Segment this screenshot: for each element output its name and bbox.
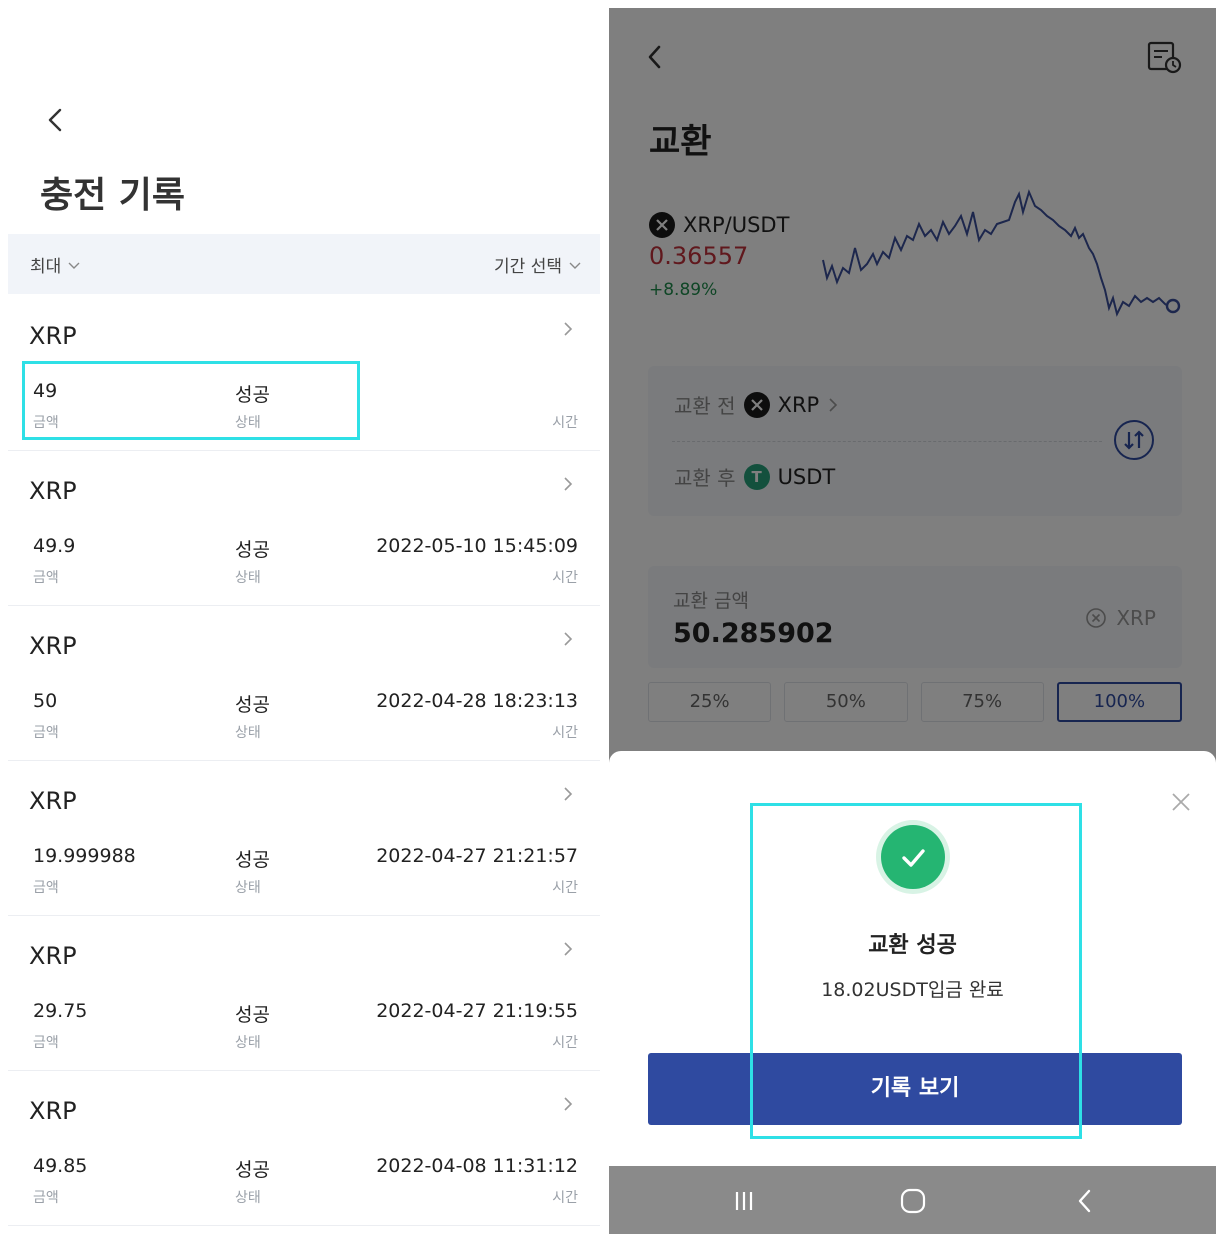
- record-item[interactable]: XRP 49.85 금액 성공상태 2022-04-08 11:31:12 시간: [8, 1071, 600, 1226]
- system-navigation-bar: [609, 1166, 1216, 1234]
- chevron-right-icon: [564, 322, 573, 336]
- chevron-right-icon: [564, 477, 573, 491]
- max-filter-dropdown[interactable]: 최대: [30, 252, 81, 277]
- record-amount-label: 금액: [33, 1190, 59, 1206]
- chevron-down-icon: [569, 262, 581, 269]
- record-time-label: 시간: [552, 415, 578, 431]
- record-status-label: 상태: [235, 415, 261, 431]
- record-status-label: 상태: [235, 1035, 261, 1051]
- record-time-label: 시간: [552, 570, 578, 586]
- period-select-dropdown[interactable]: 기간 선택: [494, 252, 582, 277]
- record-coin: XRP: [29, 942, 77, 970]
- record-coin: XRP: [29, 787, 77, 815]
- chevron-down-icon: [68, 262, 80, 269]
- record-amount-label: 금액: [33, 1035, 59, 1051]
- record-time: 2022-05-10 15:45:09: [376, 535, 578, 557]
- record-amount: 49: [33, 380, 58, 402]
- record-item[interactable]: XRP 19.999988 금액 성공상태 2022-04-27 21:21:57 시간: [8, 761, 600, 916]
- record-coin: XRP: [29, 632, 77, 660]
- back-icon[interactable]: [1070, 1186, 1100, 1216]
- record-time-label: 시간: [552, 880, 578, 896]
- record-status: 성공: [235, 1004, 270, 1026]
- record-amount: 49.85: [33, 1155, 88, 1177]
- page-title: 충전 기록: [40, 175, 186, 216]
- record-time-label: 시간: [552, 1190, 578, 1206]
- record-item[interactable]: XRP 29.75 금액 성공상태 2022-04-27 21:19:55 시간: [8, 916, 600, 1071]
- record-time: 2022-04-27 21:21:57: [376, 845, 578, 867]
- record-amount-label: 금액: [33, 415, 59, 431]
- view-history-button[interactable]: 기록 보기: [648, 1053, 1182, 1125]
- close-icon[interactable]: [1170, 791, 1192, 813]
- record-item[interactable]: XRP 49.9 금액 성공상태 2022-05-10 15:45:09 시간: [8, 451, 600, 606]
- record-time-label: 시간: [552, 1035, 578, 1051]
- record-status: 성공: [235, 384, 270, 406]
- record-status-label: 상태: [235, 570, 261, 586]
- record-amount: 29.75: [33, 1000, 88, 1022]
- record-status: 성공: [235, 539, 270, 561]
- recent-apps-icon[interactable]: [729, 1186, 759, 1216]
- exchange-screen: 교환 XRP/USDT 0.36557 +8.89% 교환 전 XRP: [609, 8, 1216, 1234]
- chevron-right-icon: [564, 787, 573, 801]
- record-amount: 19.999988: [33, 845, 136, 867]
- record-item[interactable]: XRP 49 금액 성공상태 시간: [8, 296, 600, 451]
- chevron-left-icon[interactable]: [40, 104, 72, 136]
- success-title: 교환 성공: [868, 933, 957, 958]
- deposit-history-screen: 충전 기록 최대 기간 선택 XRP 49 금액 성공 상태 시간 XRP 49.9 금액 성공 상…: [0, 0, 608, 1234]
- record-status-label: 상태: [235, 725, 261, 741]
- success-bottom-sheet: 교환 성공 18.02USDT입금 완료 기록 보기: [609, 751, 1216, 1166]
- record-coin: XRP: [29, 322, 77, 350]
- record-coin: XRP: [29, 477, 77, 505]
- record-time: 2022-04-28 18:23:13: [376, 690, 578, 712]
- period-select-label: 기간 선택: [494, 257, 562, 277]
- record-status-label: 상태: [235, 880, 261, 896]
- record-time-label: 시간: [552, 725, 578, 741]
- record-status: 성공: [235, 849, 270, 871]
- chevron-right-icon: [564, 942, 573, 956]
- success-message: 18.02USDT입금 완료: [821, 979, 1004, 1001]
- filter-bar: 최대 기간 선택: [8, 234, 600, 294]
- record-amount-label: 금액: [33, 880, 59, 896]
- record-amount-label: 금액: [33, 570, 59, 586]
- record-item[interactable]: XRP 50 금액 성공상태 2022-04-28 18:23:13 시간: [8, 606, 600, 761]
- record-amount: 50: [33, 690, 58, 712]
- chevron-right-icon: [564, 1097, 573, 1111]
- home-icon[interactable]: [898, 1186, 928, 1216]
- check-icon: [881, 825, 945, 889]
- record-amount: 49.9: [33, 535, 76, 557]
- record-status: 성공: [235, 1159, 270, 1181]
- record-amount-label: 금액: [33, 725, 59, 741]
- record-status-label: 상태: [235, 1190, 261, 1206]
- record-coin: XRP: [29, 1097, 77, 1125]
- max-filter-label: 최대: [30, 257, 62, 277]
- chevron-right-icon: [564, 632, 573, 646]
- record-status: 성공: [235, 694, 270, 716]
- record-time: 2022-04-08 11:31:12: [376, 1155, 578, 1177]
- record-time: 2022-04-27 21:19:55: [376, 1000, 578, 1022]
